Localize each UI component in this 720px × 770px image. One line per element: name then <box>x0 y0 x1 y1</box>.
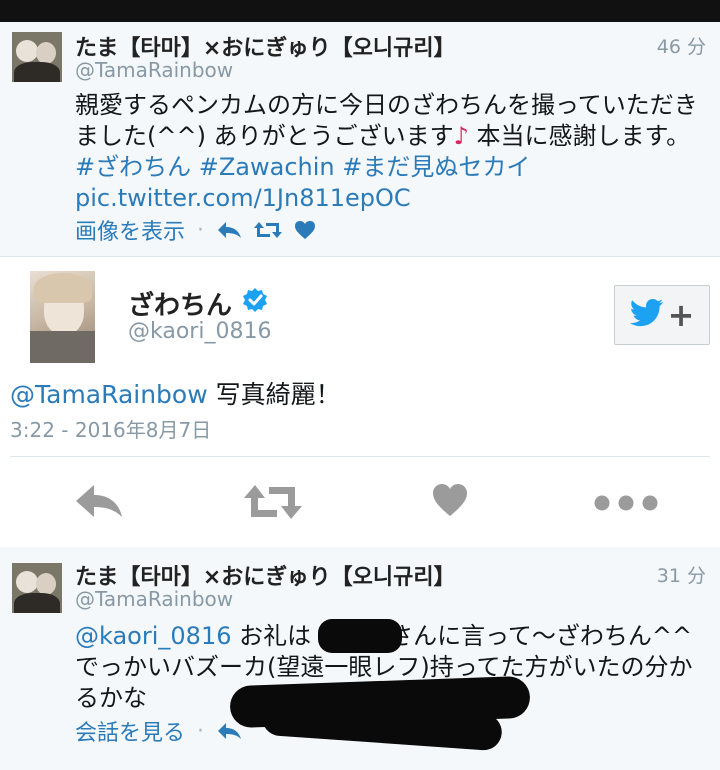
tweet-text-tail: 本当に感謝します。 <box>468 122 691 150</box>
tweet-text: 親愛するペンカムの方に今日のざわちんを撮っていただきました(^^) ありがとうご… <box>75 90 705 214</box>
author-handle[interactable]: @TamaRainbow <box>75 587 233 611</box>
tweet-text: @TamaRainbow 写真綺麗！ <box>10 375 341 411</box>
author-handle[interactable]: @kaori_0816 <box>128 319 271 344</box>
music-note: ♪ <box>453 122 469 150</box>
avatar[interactable] <box>12 32 62 82</box>
view-conversation-link[interactable]: 会話を見る <box>75 715 185 747</box>
main-tweet-actions <box>0 465 720 547</box>
mention-link[interactable]: @kaori_0816 <box>75 622 231 650</box>
reply-tweet-2[interactable]: たま【타마】×おにぎゅり【오니규리】 @TamaRainbow 31 分 @ka… <box>0 547 720 757</box>
view-image-link[interactable]: 画像を表示 <box>75 214 185 246</box>
tweet-text-body: 写真綺麗！ <box>207 380 341 409</box>
follow-button[interactable]: + <box>614 285 710 345</box>
reply-icon[interactable] <box>216 721 242 741</box>
tweet-time: 31 分 <box>656 565 706 587</box>
like-icon[interactable] <box>294 220 316 240</box>
tweet-date: 3:22 - 2016年8月7日 <box>10 418 212 442</box>
pic-link[interactable]: pic.twitter.com/1Jn811epOC <box>75 184 411 212</box>
avatar[interactable] <box>30 271 95 363</box>
divider <box>10 456 710 457</box>
reply-icon[interactable] <box>74 483 124 523</box>
mention-link[interactable]: @TamaRainbow <box>10 380 208 409</box>
tweet-text-a: お礼は <box>231 622 312 650</box>
reply-icon[interactable] <box>216 220 242 240</box>
status-bar <box>0 0 720 22</box>
redaction-mark <box>318 619 402 653</box>
tweet-actions: 画像を表示 · <box>75 214 316 246</box>
follow-plus: + <box>667 296 695 334</box>
hashtags[interactable]: #ざわちん #Zawachin #まだ見ぬセカイ <box>75 153 530 181</box>
avatar[interactable] <box>12 563 62 613</box>
verified-icon <box>242 287 268 317</box>
author-name[interactable]: ざわちん <box>128 285 232 322</box>
reply-tweet-1[interactable]: たま【타마】×おにぎゅり【오니규리】 @TamaRainbow 46 分 親愛す… <box>0 22 720 254</box>
author-handle[interactable]: @TamaRainbow <box>75 58 233 82</box>
separator: · <box>197 718 205 744</box>
tweet-time: 46 分 <box>656 36 706 58</box>
separator: · <box>197 217 205 243</box>
twitter-bird-icon <box>629 299 664 331</box>
retweet-icon[interactable] <box>254 220 283 240</box>
main-tweet-card: ざわちん @kaori_0816 + @TamaRainbow 写真綺麗！ 3:… <box>0 256 720 548</box>
tweet-actions: 会話を見る · <box>75 715 242 747</box>
like-icon[interactable] <box>432 483 468 521</box>
more-icon[interactable] <box>594 495 658 515</box>
retweet-icon[interactable] <box>244 483 302 525</box>
